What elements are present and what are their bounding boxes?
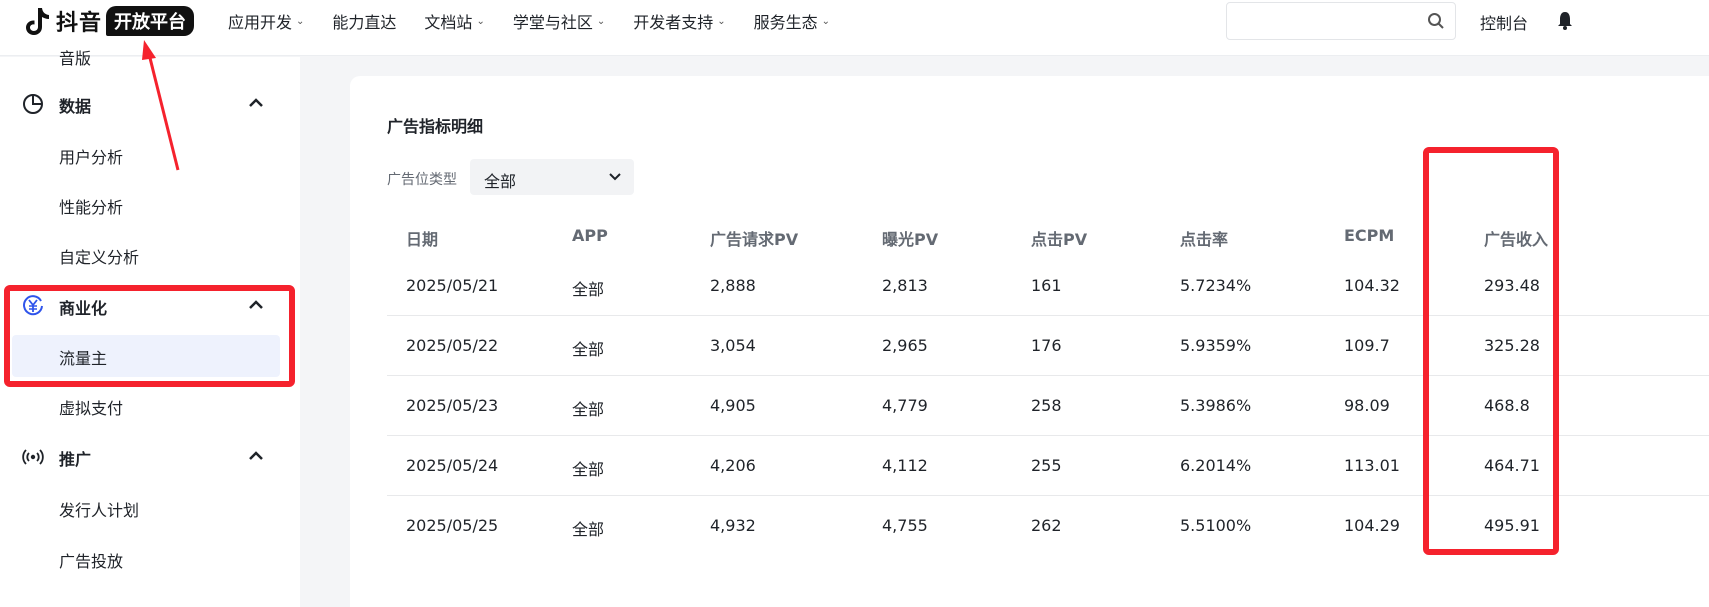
chevron-up-icon[interactable] xyxy=(248,449,264,461)
cell-impressions: 2,965 xyxy=(882,336,928,355)
sidebar-item-label: 广告投放 xyxy=(59,552,124,571)
nav-label: 学堂与社区 xyxy=(512,13,593,32)
chevron-down-icon: ⌄ xyxy=(596,15,606,27)
cell-impressions: 4,779 xyxy=(882,396,928,415)
cell-impressions: 4,112 xyxy=(882,456,928,475)
cell-clicks: 258 xyxy=(1031,396,1062,415)
cell-ad-requests: 4,206 xyxy=(710,456,756,475)
cell-ad-requests: 4,932 xyxy=(710,516,756,535)
column-header-date[interactable]: 日期 xyxy=(406,226,438,250)
column-header-ctr[interactable]: 点击率 xyxy=(1180,226,1228,250)
cell-ad-requests: 4,905 xyxy=(710,396,756,415)
cell-ecpm: 104.32 xyxy=(1344,276,1400,295)
nav-item-docs[interactable]: 文档站 ⌄ xyxy=(424,9,484,33)
nav-label: 开发者支持 xyxy=(633,13,714,32)
pie-chart-icon xyxy=(23,94,43,114)
sidebar-item-virtual-payment[interactable]: 虚拟支付 xyxy=(0,384,300,428)
cell-ctr: 5.3986% xyxy=(1180,396,1252,415)
cell-ctr: 5.9359% xyxy=(1180,336,1252,355)
sidebar-item-performance-analysis[interactable]: 性能分析 xyxy=(0,183,300,227)
sidebar-item-custom-analysis[interactable]: 自定义分析 xyxy=(0,233,300,277)
sidebar-item-label: 发行人计划 xyxy=(59,501,140,520)
cell-ad-requests: 3,054 xyxy=(710,336,756,355)
page-title: 广告指标明细 xyxy=(387,117,484,136)
cell-date: 2025/05/24 xyxy=(406,456,499,475)
cell-ctr: 5.7234% xyxy=(1180,276,1252,295)
main-nav: 应用开发 ⌄ 能力直达 文档站 ⌄ 学堂与社区 ⌄ 开发者支持 ⌄ 服务生态 ⌄ xyxy=(228,0,858,42)
annotation-highlight-monetization xyxy=(4,285,295,387)
cell-date: 2025/05/22 xyxy=(406,336,499,355)
column-header-app[interactable]: APP xyxy=(572,226,608,245)
sidebar-group-label: 推广 xyxy=(59,450,92,469)
cell-ecpm: 113.01 xyxy=(1344,456,1400,475)
sidebar-item-label: 用户分析 xyxy=(59,148,124,167)
cell-impressions: 2,813 xyxy=(882,276,928,295)
douyin-open-platform-logo[interactable]: 抖音 开放平台 xyxy=(24,5,195,37)
cell-ecpm: 104.29 xyxy=(1344,516,1400,535)
cell-app: 全部 xyxy=(572,400,605,419)
cell-ad-requests: 2,888 xyxy=(710,276,756,295)
nav-label: 能力直达 xyxy=(332,13,397,32)
annotation-arrow-icon xyxy=(142,40,180,171)
nav-item-academy[interactable]: 学堂与社区 ⌄ xyxy=(513,9,605,33)
cell-date: 2025/05/21 xyxy=(406,276,499,295)
sidebar-item-label: 性能分析 xyxy=(59,198,124,217)
logo-text: 抖音 xyxy=(56,11,103,36)
column-header-clicks[interactable]: 点击PV xyxy=(1031,226,1087,250)
cell-ecpm: 98.09 xyxy=(1344,396,1390,415)
search-icon[interactable] xyxy=(1427,12,1445,30)
cell-app: 全部 xyxy=(572,340,605,359)
cell-ctr: 6.2014% xyxy=(1180,456,1252,475)
column-header-ecpm[interactable]: ECPM xyxy=(1344,226,1394,245)
notification-bell-icon[interactable] xyxy=(1558,10,1572,30)
cell-app: 全部 xyxy=(572,520,605,539)
broadcast-icon xyxy=(22,449,44,465)
nav-item-capabilities[interactable]: 能力直达 xyxy=(332,9,396,33)
sidebar-group-label: 数据 xyxy=(59,97,92,116)
sidebar-item-partial[interactable]: 音版 xyxy=(59,45,91,69)
cell-clicks: 176 xyxy=(1031,336,1062,355)
nav-label: 应用开发 xyxy=(228,13,293,32)
top-navigation-bar: 抖音 开放平台 应用开发 ⌄ 能力直达 文档站 ⌄ 学堂与社区 ⌄ 开发者支持 ⌄ 服务… xyxy=(0,0,1709,56)
cell-date: 2025/05/23 xyxy=(406,396,499,415)
chevron-down-icon: ⌄ xyxy=(296,15,305,27)
search-input[interactable] xyxy=(1226,2,1456,40)
cell-clicks: 262 xyxy=(1031,516,1062,535)
nav-label: 服务生态 xyxy=(753,13,818,32)
chevron-down-icon: ⌄ xyxy=(717,15,726,27)
chevron-down-icon: ⌄ xyxy=(476,15,485,27)
cell-app: 全部 xyxy=(572,460,605,479)
cell-app: 全部 xyxy=(572,280,605,299)
logo-badge: 开放平台 xyxy=(106,6,195,36)
nav-item-support[interactable]: 开发者支持 ⌄ xyxy=(633,9,725,33)
cell-impressions: 4,755 xyxy=(882,516,928,535)
cell-clicks: 161 xyxy=(1031,276,1062,295)
column-header-ad-requests[interactable]: 广告请求PV xyxy=(710,226,798,250)
column-header-impressions[interactable]: 曝光PV xyxy=(882,226,938,250)
sidebar-item-publisher-plan[interactable]: 发行人计划 xyxy=(0,486,300,530)
sidebar-group-promotion[interactable]: 推广 xyxy=(0,435,300,479)
annotation-highlight-ad-revenue-column xyxy=(1423,147,1559,555)
chevron-down-icon xyxy=(609,173,621,181)
cell-ctr: 5.5100% xyxy=(1180,516,1252,535)
cell-ecpm: 109.7 xyxy=(1344,336,1390,355)
ad-slot-type-select[interactable]: 全部 xyxy=(470,159,634,195)
nav-item-ecosystem[interactable]: 服务生态 ⌄ xyxy=(754,9,830,33)
console-link[interactable]: 控制台 xyxy=(1480,10,1528,34)
nav-label: 文档站 xyxy=(424,13,473,32)
nav-item-app-dev[interactable]: 应用开发 ⌄ xyxy=(228,9,304,33)
select-value: 全部 xyxy=(484,172,517,191)
chevron-down-icon: ⌄ xyxy=(821,15,831,27)
chevron-up-icon[interactable] xyxy=(248,96,264,108)
sidebar-item-label: 自定义分析 xyxy=(59,248,140,267)
cell-date: 2025/05/25 xyxy=(406,516,499,535)
cell-clicks: 255 xyxy=(1031,456,1062,475)
douyin-note-icon xyxy=(24,6,52,36)
filter-label: 广告位类型 xyxy=(387,172,457,188)
sidebar-item-ad-delivery[interactable]: 广告投放 xyxy=(0,537,300,581)
sidebar-item-label: 虚拟支付 xyxy=(59,399,124,418)
